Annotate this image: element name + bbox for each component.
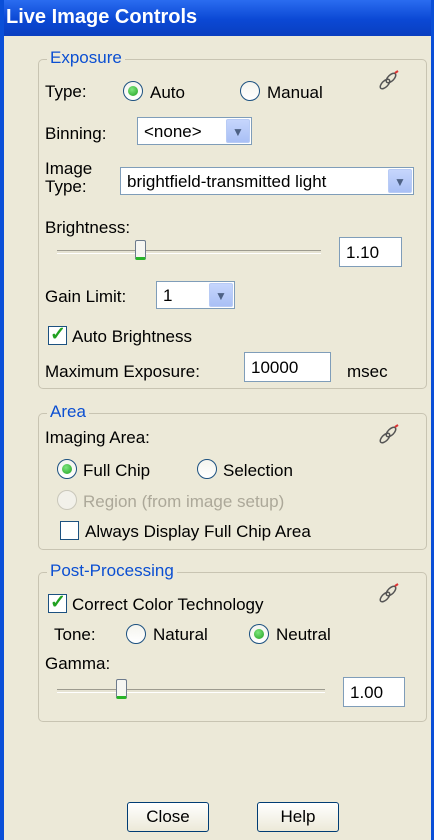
region-radio xyxy=(57,490,77,510)
gain-limit-select[interactable]: 1 ▼ xyxy=(156,281,235,309)
type-manual-radio[interactable] xyxy=(240,81,260,101)
selection-label[interactable]: Selection xyxy=(223,461,293,481)
brightness-label: Brightness: xyxy=(45,218,131,237)
image-type-select[interactable]: brightfield-transmitted light ▼ xyxy=(120,167,414,195)
gain-limit-value: 1 xyxy=(163,286,173,305)
tone-label: Tone: xyxy=(54,625,96,644)
type-auto-radio[interactable] xyxy=(123,81,143,101)
full-chip-radio[interactable] xyxy=(57,459,77,479)
tone-natural-radio[interactable] xyxy=(126,624,146,644)
region-label: Region (from image setup) xyxy=(83,492,285,511)
window-title: Live Image Controls xyxy=(4,0,431,36)
brightness-slider-track[interactable] xyxy=(57,250,321,254)
gamma-input[interactable]: 1.00 xyxy=(343,677,405,707)
max-exposure-input[interactable]: 10000 xyxy=(244,352,331,382)
gamma-slider-track[interactable] xyxy=(57,689,325,693)
gain-limit-label: Gain Limit: xyxy=(45,287,127,306)
link-icon[interactable] xyxy=(377,424,399,446)
binning-label: Binning: xyxy=(45,124,107,143)
gamma-slider-thumb[interactable] xyxy=(116,679,127,699)
type-auto-label[interactable]: Auto xyxy=(150,83,185,103)
post-processing-group-label: Post-Processing xyxy=(47,561,177,581)
area-group-label: Area xyxy=(47,402,89,422)
live-image-controls-window: Live Image Controls Exposure Type: Auto … xyxy=(0,0,434,840)
image-type-value: brightfield-transmitted light xyxy=(127,172,327,191)
correct-color-checkbox[interactable] xyxy=(48,591,67,614)
link-icon[interactable] xyxy=(377,70,399,92)
link-icon[interactable] xyxy=(377,583,399,605)
tone-neutral-radio[interactable] xyxy=(249,624,269,644)
imaging-area-label: Imaging Area: xyxy=(45,428,150,447)
brightness-input[interactable]: 1.10 xyxy=(339,237,402,267)
always-display-checkbox[interactable] xyxy=(60,521,79,540)
type-manual-label[interactable]: Manual xyxy=(267,83,323,103)
always-display-label[interactable]: Always Display Full Chip Area xyxy=(85,522,311,542)
max-exposure-unit: msec xyxy=(347,362,388,381)
chevron-down-icon[interactable]: ▼ xyxy=(388,169,412,193)
chevron-down-icon[interactable]: ▼ xyxy=(209,283,233,307)
correct-color-label[interactable]: Correct Color Technology xyxy=(72,595,264,615)
help-button[interactable]: Help xyxy=(257,802,339,832)
max-exposure-label: Maximum Exposure: xyxy=(45,362,200,381)
type-label: Type: xyxy=(45,82,87,101)
auto-brightness-label[interactable]: Auto Brightness xyxy=(72,327,192,347)
gamma-label: Gamma: xyxy=(45,654,111,673)
close-button[interactable]: Close xyxy=(127,802,209,832)
chevron-down-icon[interactable]: ▼ xyxy=(226,119,250,143)
exposure-group-label: Exposure xyxy=(47,48,125,68)
image-type-label-line2: Type: xyxy=(45,177,87,196)
full-chip-label[interactable]: Full Chip xyxy=(83,461,150,481)
binning-value: <none> xyxy=(144,122,202,141)
tone-neutral-label[interactable]: Neutral xyxy=(276,625,331,645)
tone-natural-label[interactable]: Natural xyxy=(153,625,208,645)
image-type-label-line1: Image xyxy=(45,159,93,178)
binning-select[interactable]: <none> ▼ xyxy=(137,117,252,145)
auto-brightness-checkbox[interactable] xyxy=(48,323,67,346)
brightness-slider-thumb[interactable] xyxy=(135,240,146,260)
selection-radio[interactable] xyxy=(197,459,217,479)
